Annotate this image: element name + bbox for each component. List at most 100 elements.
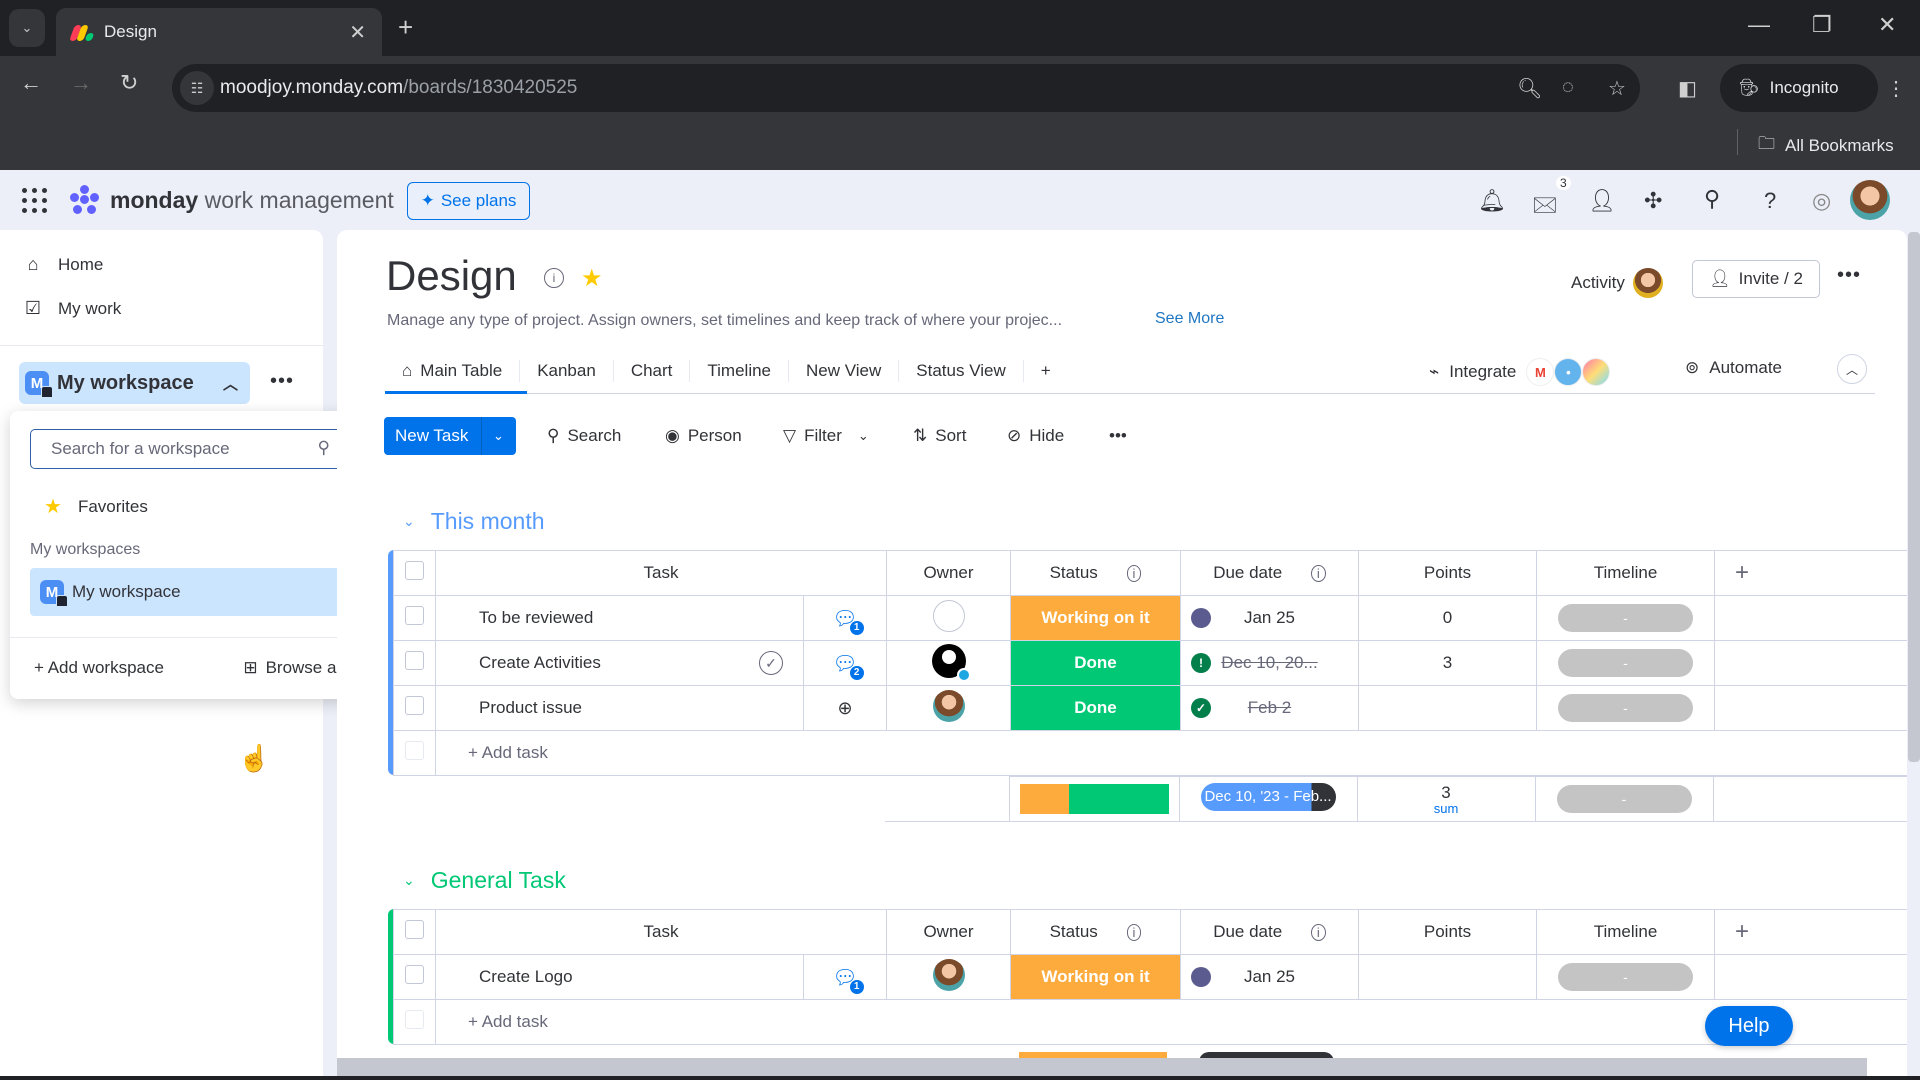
person-filter-button[interactable]: ◉ Person (665, 426, 742, 446)
tab-new-view[interactable]: New View (789, 360, 900, 382)
column-header-task[interactable]: Task (435, 550, 887, 596)
ai-assistant-icon[interactable]: ◎ (1812, 188, 1831, 214)
points-cell[interactable] (1358, 685, 1537, 731)
new-tab-button[interactable]: + (398, 12, 413, 43)
url-text[interactable]: moodjoy.monday.com/boards/1830420525 (220, 77, 577, 99)
workspace-search-input[interactable]: Search for a workspace ⚲ (30, 429, 343, 469)
column-header-status[interactable]: Status i (1010, 909, 1181, 955)
tab-kanban[interactable]: Kanban (520, 360, 614, 382)
due-date-cell[interactable]: Jan 25 (1180, 595, 1359, 641)
favorite-star-icon[interactable]: ★ (581, 264, 603, 293)
forward-icon[interactable]: → (70, 70, 92, 96)
chevron-down-icon[interactable]: ⌄ (403, 513, 415, 530)
column-header-status[interactable]: Status i (1010, 550, 1181, 596)
restore-icon[interactable]: ❐ (1812, 12, 1832, 38)
column-header-owner[interactable]: Owner (886, 909, 1011, 955)
more-options-icon[interactable]: ••• (1109, 426, 1127, 446)
all-bookmarks-button[interactable]: 🗀 All Bookmarks (1758, 131, 1894, 160)
sort-button[interactable]: ⇅ Sort (913, 426, 966, 446)
row-checkbox[interactable] (393, 685, 436, 731)
due-date-cell[interactable]: ! Dec 10, 20... (1180, 640, 1359, 686)
add-task-input[interactable]: + Add task (435, 730, 1907, 776)
see-plans-button[interactable]: ✦ See plans (407, 182, 530, 220)
timeline-cell[interactable]: - (1536, 640, 1715, 686)
add-column-button[interactable]: + (1714, 550, 1907, 596)
timeline-cell[interactable]: - (1536, 685, 1715, 731)
add-column-button[interactable]: + (1714, 909, 1907, 955)
tab-list-button[interactable]: ⌄ (9, 9, 45, 47)
column-header-due-date[interactable]: Due date i (1180, 550, 1359, 596)
horizontal-scrollbar[interactable] (337, 1058, 1867, 1076)
new-task-button[interactable]: New Task ⌄ (384, 417, 516, 455)
collapse-header-icon[interactable]: ︿ (1837, 354, 1867, 384)
add-task-input[interactable]: + Add task (435, 999, 1907, 1045)
column-header-points[interactable]: Points (1358, 909, 1537, 955)
apps-grid-icon[interactable] (22, 188, 48, 214)
points-summary[interactable]: 3 sum (1356, 776, 1536, 822)
reload-icon[interactable]: ↻ (120, 70, 138, 96)
back-icon[interactable]: ← (20, 70, 42, 96)
column-header-points[interactable]: Points (1358, 550, 1537, 596)
hide-button[interactable]: ⊘ Hide (1007, 426, 1064, 446)
check-circle-icon[interactable]: ✓ (759, 651, 783, 675)
group-title[interactable]: General Task (431, 867, 566, 894)
add-view-button[interactable]: + (1024, 360, 1068, 382)
side-panel-icon[interactable]: ◧ (1678, 76, 1697, 101)
task-name[interactable]: Create Activities ✓ (435, 640, 804, 686)
close-tab-icon[interactable]: ✕ (349, 20, 366, 45)
updates-button[interactable]: ⊕ (803, 685, 887, 731)
group-header-this-month[interactable]: ⌄ This month (403, 508, 545, 535)
tab-status-view[interactable]: Status View (899, 360, 1024, 382)
chevron-down-icon[interactable]: ⌄ (403, 872, 415, 889)
help-button[interactable]: Help (1705, 1006, 1793, 1046)
points-cell[interactable]: 0 (1358, 595, 1537, 641)
search-button[interactable]: ⚲ Search (547, 426, 621, 446)
points-cell[interactable] (1358, 954, 1537, 1000)
add-workspace-button[interactable]: + Add workspace (34, 658, 164, 678)
see-more-link[interactable]: See More (1155, 310, 1224, 328)
zoom-out-icon[interactable]: 🔍︎ (1517, 76, 1542, 101)
tab-chart[interactable]: Chart (614, 360, 691, 382)
column-header-timeline[interactable]: Timeline (1536, 550, 1715, 596)
due-date-cell[interactable]: ✓ Feb 2 (1180, 685, 1359, 731)
address-bar[interactable]: ☷ moodjoy.monday.com/boards/1830420525 🔍… (172, 64, 1640, 112)
help-question-icon[interactable]: ? (1764, 188, 1776, 214)
sidebar-item-home[interactable]: ⌂ Home (22, 254, 104, 275)
task-name[interactable]: Create Logo (435, 954, 804, 1000)
inbox-icon[interactable]: 🖂 (1532, 188, 1558, 226)
updates-button[interactable]: 💬︎ 2 (803, 640, 887, 686)
board-title[interactable]: Design (386, 252, 517, 300)
task-name[interactable]: To be reviewed (435, 595, 804, 641)
browser-tab[interactable]: Design ✕ (56, 8, 382, 56)
column-header-task[interactable]: Task (435, 909, 887, 955)
row-checkbox[interactable] (393, 954, 436, 1000)
browse-all-button[interactable]: ⊞ Browse all (243, 658, 344, 678)
apps-marketplace-icon[interactable]: ✣ (1644, 188, 1662, 214)
info-icon[interactable]: i (1126, 565, 1142, 582)
incognito-indicator[interactable]: 🕵︎ Incognito (1720, 64, 1878, 112)
timeline-cell[interactable]: - (1536, 954, 1715, 1000)
sidebar-item-my-work[interactable]: ☑ My work (22, 298, 121, 319)
close-window-icon[interactable]: ✕ (1878, 12, 1896, 38)
due-date-summary[interactable]: Dec 10, '23 - Feb... (1178, 776, 1358, 822)
tab-timeline[interactable]: Timeline (690, 360, 789, 382)
column-header-timeline[interactable]: Timeline (1536, 909, 1715, 955)
favorites-item[interactable]: ★ Favorites (44, 494, 148, 519)
bookmark-star-icon[interactable]: ☆ (1608, 76, 1626, 101)
tab-main-table[interactable]: ⌂ Main Table (385, 360, 521, 382)
notifications-bell-icon[interactable]: 🔔︎ (1478, 188, 1506, 214)
column-header-owner[interactable]: Owner (886, 550, 1011, 596)
group-title[interactable]: This month (431, 508, 545, 535)
updates-button[interactable]: 💬︎ 1 (803, 595, 887, 641)
board-info-icon[interactable]: i (544, 268, 564, 288)
due-date-cell[interactable]: Jan 25 (1180, 954, 1359, 1000)
chevron-down-icon[interactable]: ⌄ (858, 428, 869, 444)
workspace-more-icon[interactable]: ••• (270, 370, 294, 393)
minimize-icon[interactable]: — (1748, 12, 1770, 38)
owner-cell[interactable] (886, 954, 1011, 1000)
updates-button[interactable]: 💬︎ 1 (803, 954, 887, 1000)
owner-cell[interactable] (886, 640, 1011, 686)
browser-menu-icon[interactable]: ⋮ (1886, 76, 1906, 101)
task-name[interactable]: Product issue (435, 685, 804, 731)
column-header-due-date[interactable]: Due date i (1180, 909, 1359, 955)
